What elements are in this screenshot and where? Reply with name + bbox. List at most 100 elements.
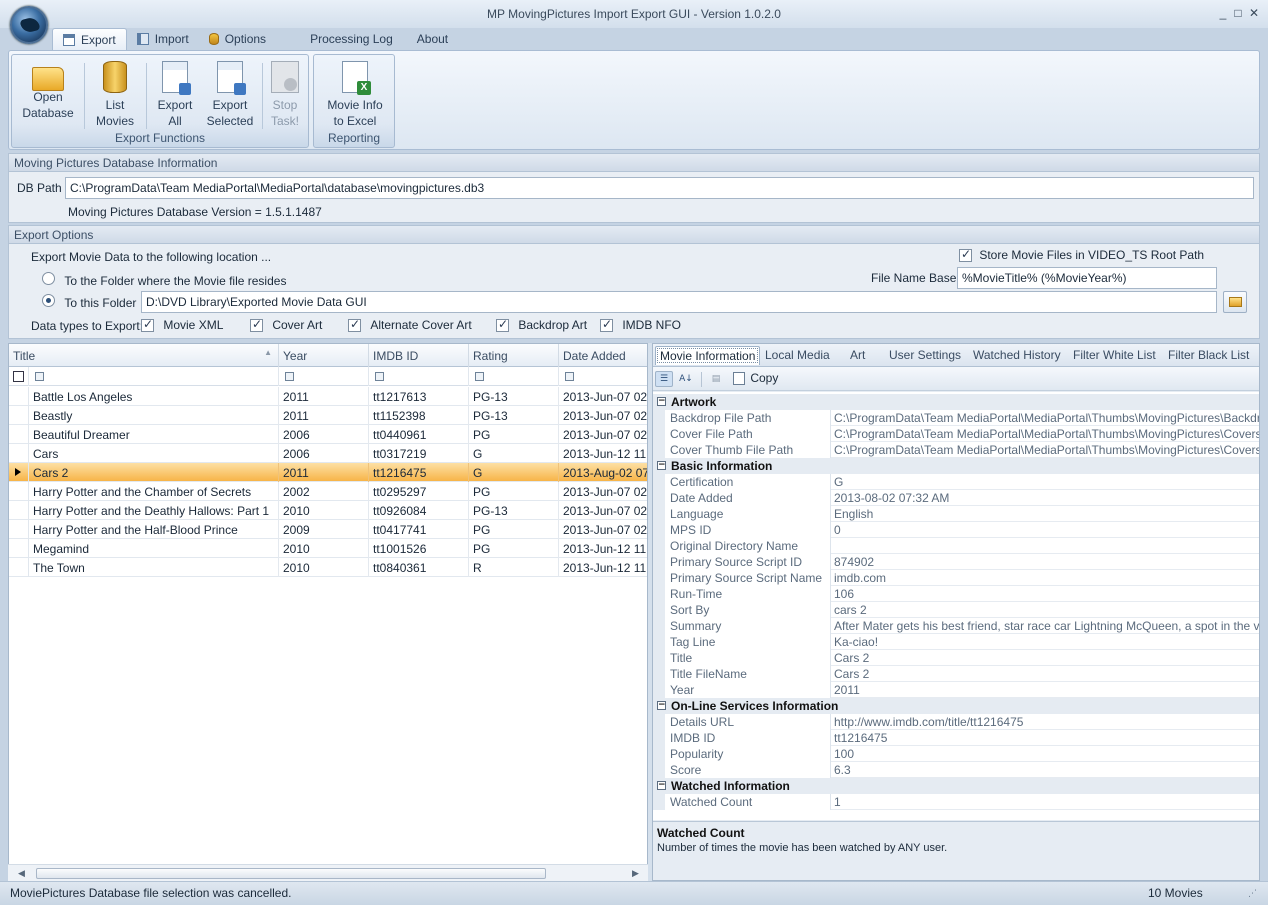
- type-imdb-nfo-option[interactable]: IMDB NFO: [600, 317, 681, 333]
- imdb-nfo-checkbox[interactable]: [600, 317, 613, 333]
- export-selected-button[interactable]: Export Selected: [202, 61, 258, 131]
- radio-this-folder[interactable]: [42, 294, 55, 307]
- property-value[interactable]: C:\ProgramData\Team MediaPortal\MediaPor…: [831, 426, 1259, 442]
- column-title[interactable]: Title ▲: [9, 344, 279, 367]
- property-value[interactable]: 6.3: [831, 762, 1259, 778]
- property-value[interactable]: English: [831, 506, 1259, 522]
- property-value[interactable]: C:\ProgramData\Team MediaPortal\MediaPor…: [831, 442, 1259, 458]
- collapse-icon[interactable]: −: [657, 701, 666, 710]
- category-online[interactable]: − On-Line Services Information: [653, 698, 1259, 714]
- property-row[interactable]: Title Cars 2: [653, 650, 1259, 666]
- radio-movie-folder-option[interactable]: To the Folder where the Movie file resid…: [42, 272, 286, 288]
- property-row[interactable]: Certification G: [653, 474, 1259, 490]
- cover-art-checkbox[interactable]: [250, 317, 263, 333]
- property-row[interactable]: Watched Count 1: [653, 794, 1259, 810]
- property-row[interactable]: Primary Source Script ID 874902: [653, 554, 1259, 570]
- minimize-button[interactable]: _: [1216, 6, 1230, 20]
- tab-filter-black-list[interactable]: Filter Black List: [1168, 348, 1249, 362]
- row-selector[interactable]: [9, 539, 29, 558]
- tab-watched-history[interactable]: Watched History: [973, 348, 1061, 362]
- table-row[interactable]: Beautiful Dreamer 2006 tt0440961 PG 2013-Jun…: [9, 425, 647, 444]
- tab-art[interactable]: Art: [850, 348, 865, 362]
- movie-info-to-excel-button[interactable]: Movie Info to Excel: [318, 61, 392, 131]
- property-value[interactable]: imdb.com: [831, 570, 1259, 586]
- property-value[interactable]: 106: [831, 586, 1259, 602]
- table-row[interactable]: Battle Los Angeles 2011 tt1217613 PG-13 2013…: [9, 387, 647, 406]
- property-value[interactable]: G: [831, 474, 1259, 490]
- property-value[interactable]: 1: [831, 794, 1259, 810]
- filter-rating[interactable]: [469, 367, 559, 386]
- row-selector[interactable]: [9, 482, 29, 501]
- property-row[interactable]: Original Directory Name: [653, 538, 1259, 554]
- tab-user-settings[interactable]: User Settings: [889, 348, 961, 362]
- table-row[interactable]: Beastly 2011 tt1152398 PG-13 2013-Jun-07 02:…: [9, 406, 647, 425]
- property-pages-icon[interactable]: ▤: [707, 371, 725, 387]
- property-row[interactable]: IMDB ID tt1216475: [653, 730, 1259, 746]
- table-row[interactable]: Harry Potter and the Deathly Hallows: Pa…: [9, 501, 647, 520]
- property-row[interactable]: Sort By cars 2: [653, 602, 1259, 618]
- category-basic[interactable]: − Basic Information: [653, 458, 1259, 474]
- table-row[interactable]: Cars 2006 tt0317219 G 2013-Jun-12 11:5: [9, 444, 647, 463]
- property-value[interactable]: C:\ProgramData\Team MediaPortal\MediaPor…: [831, 410, 1259, 426]
- property-row[interactable]: Run-Time 106: [653, 586, 1259, 602]
- property-row[interactable]: Popularity 100: [653, 746, 1259, 762]
- categorized-view-icon[interactable]: ☰: [655, 371, 673, 387]
- store-video-ts-checkbox[interactable]: [959, 247, 972, 263]
- table-row[interactable]: Megamind 2010 tt1001526 PG 2013-Jun-12 11:5: [9, 539, 647, 558]
- filter-title[interactable]: [29, 367, 279, 386]
- radio-this-folder-option[interactable]: To this Folder: [42, 294, 136, 310]
- property-row[interactable]: Tag Line Ka-ciao!: [653, 634, 1259, 650]
- property-row[interactable]: Score 6.3: [653, 762, 1259, 778]
- tab-movie-information[interactable]: Movie Information: [655, 346, 761, 365]
- row-selector[interactable]: [9, 387, 29, 406]
- row-selector[interactable]: [9, 406, 29, 425]
- browse-folder-button[interactable]: [1223, 291, 1247, 313]
- file-name-base-field[interactable]: %MovieTitle% (%MovieYear%): [957, 267, 1217, 289]
- column-rating[interactable]: Rating: [469, 344, 559, 367]
- clear-filter-button[interactable]: [9, 367, 29, 386]
- open-database-button[interactable]: Open Database: [16, 61, 80, 131]
- column-year[interactable]: Year: [279, 344, 369, 367]
- resize-grip-icon[interactable]: ⋰: [1248, 888, 1257, 899]
- grid-horizontal-scrollbar[interactable]: ◀ ▶: [8, 864, 648, 881]
- property-value[interactable]: http://www.imdb.com/title/tt1216475: [831, 714, 1259, 730]
- store-video-ts-option[interactable]: Store Movie Files in VIDEO_TS Root Path: [959, 247, 1204, 263]
- property-value[interactable]: After Mater gets his best friend, star r…: [831, 618, 1259, 634]
- alternate-cover-art-checkbox[interactable]: [348, 317, 361, 333]
- filter-year[interactable]: [279, 367, 369, 386]
- scroll-left-icon[interactable]: ◀: [18, 868, 25, 879]
- alphabetical-sort-icon[interactable]: A↓: [677, 371, 695, 387]
- backdrop-art-checkbox[interactable]: [496, 317, 509, 333]
- table-row[interactable]: Cars 22011tt1216475G2013-Aug-02 07:3: [9, 463, 647, 482]
- property-value[interactable]: [831, 538, 1259, 554]
- property-row[interactable]: Backdrop File Path C:\ProgramData\Team Me…: [653, 410, 1259, 426]
- tab-import[interactable]: Import: [127, 28, 199, 50]
- type-alternate-cover-art-option[interactable]: Alternate Cover Art: [348, 317, 472, 333]
- property-row[interactable]: Title FileName Cars 2: [653, 666, 1259, 682]
- property-value[interactable]: Cars 2: [831, 650, 1259, 666]
- collapse-icon[interactable]: −: [657, 781, 666, 790]
- row-selector[interactable]: [9, 558, 29, 577]
- row-selector[interactable]: [9, 444, 29, 463]
- column-date-added[interactable]: Date Added: [559, 344, 647, 367]
- property-value[interactable]: cars 2: [831, 602, 1259, 618]
- filter-imdb-id[interactable]: [369, 367, 469, 386]
- row-selector[interactable]: [9, 501, 29, 520]
- stop-task-button[interactable]: Stop Task!: [264, 61, 306, 131]
- row-selector[interactable]: [9, 425, 29, 444]
- property-value[interactable]: 2013-08-02 07:32 AM: [831, 490, 1259, 506]
- type-movie-xml-option[interactable]: Movie XML: [141, 317, 223, 333]
- property-value[interactable]: 100: [831, 746, 1259, 762]
- row-selector[interactable]: [9, 463, 29, 482]
- tab-options[interactable]: Options: [199, 28, 276, 50]
- property-row[interactable]: MPS ID 0: [653, 522, 1259, 538]
- movie-xml-checkbox[interactable]: [141, 317, 154, 333]
- property-value[interactable]: 0: [831, 522, 1259, 538]
- property-row[interactable]: Cover File Path C:\ProgramData\Team Media…: [653, 426, 1259, 442]
- table-row[interactable]: The Town 2010 tt0840361 R 2013-Jun-12 11:5: [9, 558, 647, 577]
- table-row[interactable]: Harry Potter and the Half-Blood Prince 20…: [9, 520, 647, 539]
- property-value[interactable]: 2011: [831, 682, 1259, 698]
- scroll-right-icon[interactable]: ▶: [632, 868, 639, 879]
- row-selector[interactable]: [9, 520, 29, 539]
- type-cover-art-option[interactable]: Cover Art: [250, 317, 322, 333]
